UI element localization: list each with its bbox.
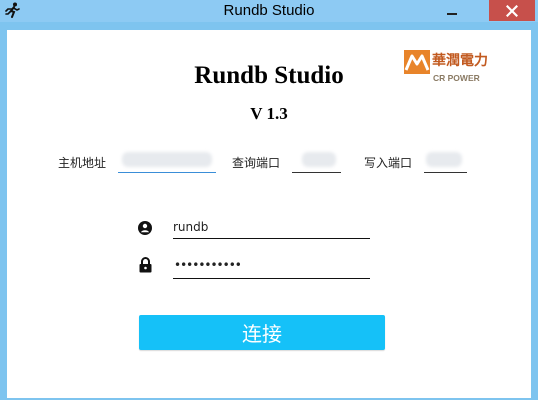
host-label: 主机地址 (58, 156, 107, 170)
write-port-label: 写入端口 (364, 156, 413, 170)
write-port-input[interactable] (424, 149, 467, 173)
client-area: 華潤電力 CR POWER Rundb Studio V 1.3 主机地址 查询… (7, 30, 531, 398)
password-value: ••••••••••• (174, 258, 242, 272)
username-input[interactable]: rundb (173, 218, 370, 239)
host-input[interactable] (118, 149, 216, 173)
password-input[interactable]: ••••••••••• (173, 258, 370, 279)
lock-icon (139, 257, 152, 273)
connect-button[interactable]: 连接 (139, 315, 385, 350)
username-value: rundb (173, 220, 209, 234)
close-icon (506, 4, 518, 17)
minimize-icon (447, 12, 457, 15)
title-bar[interactable]: Rundb Studio (0, 0, 538, 22)
user-icon (138, 221, 152, 235)
app-window: Rundb Studio 華潤電力 CR POWER Rundb Studio … (0, 0, 538, 400)
version-label: V 1.3 (250, 104, 288, 123)
app-title: Rundb Studio (194, 62, 344, 89)
minimize-button[interactable] (438, 0, 466, 21)
query-port-input[interactable] (292, 149, 341, 173)
query-port-label: 查询端口 (232, 156, 281, 170)
close-button[interactable] (489, 0, 535, 21)
